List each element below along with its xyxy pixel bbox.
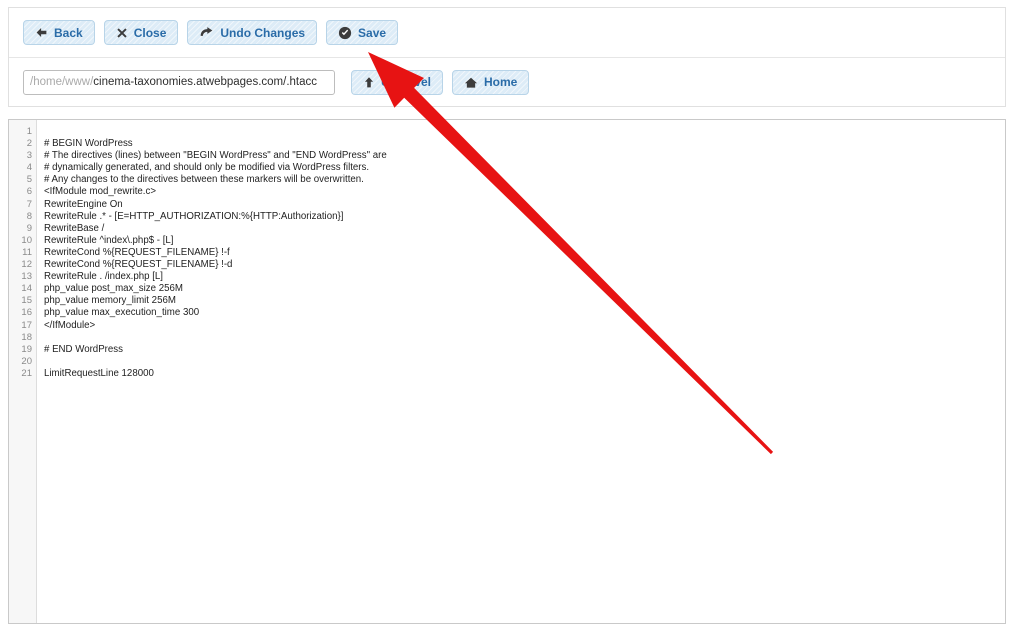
line-number: 21 (21, 367, 32, 379)
file-editor-top-panel: Back Close Undo Changes Save /home/www/ … (8, 7, 1006, 107)
line-number-gutter: 1 2 3 4 5 6 7 8 9 10 11 12 13 14 15 16 17 18 19 20 21 (9, 120, 37, 623)
undo-changes-button-label: Undo Changes (220, 25, 306, 40)
line-number: 15 (21, 295, 32, 307)
code-line: RewriteRule .* - [E=HTTP_AUTHORIZATION:%… (44, 210, 344, 222)
save-button-label: Save (358, 25, 387, 40)
line-number: 2 (26, 138, 32, 150)
line-number: 19 (21, 343, 32, 355)
line-number: 1 (26, 126, 32, 137)
code-line: # dynamically generated, and should only… (44, 162, 370, 174)
line-number: 10 (21, 234, 32, 246)
up-level-button-label: Up Level (381, 75, 432, 89)
file-path-prefix: /home/www/ (30, 76, 94, 88)
file-path-value: cinema-taxonomies.atwebpages.com/.htacc (93, 76, 318, 88)
code-line: RewriteBase / (44, 222, 105, 234)
code-line: # The directives (lines) between "BEGIN … (44, 150, 387, 162)
line-number: 4 (26, 162, 32, 174)
arrow-up-icon (363, 76, 375, 89)
line-number: 3 (26, 150, 32, 162)
line-number: 13 (21, 271, 32, 283)
close-button-label: Close (133, 25, 167, 40)
up-level-button[interactable]: Up Level (351, 69, 444, 95)
close-button[interactable]: Close (103, 20, 179, 45)
back-button[interactable]: Back (23, 20, 95, 45)
line-number: 16 (21, 307, 32, 319)
undo-changes-button[interactable]: Undo Changes (187, 20, 318, 45)
code-line: # END WordPress (44, 343, 123, 355)
home-button-label: Home (484, 75, 518, 89)
path-bar: /home/www/cinema-taxonomies.atwebpages.c… (9, 58, 1005, 106)
line-number: 18 (21, 331, 32, 343)
home-icon (464, 76, 478, 89)
line-number: 7 (26, 198, 32, 210)
line-number: 11 (22, 246, 32, 258)
code-line: LimitRequestLine 128000 (44, 367, 154, 379)
line-number: 12 (21, 259, 32, 271)
code-line: RewriteRule ^index\.php$ - [L] (44, 234, 174, 246)
code-line: </IfModule> (44, 319, 96, 331)
line-number: 14 (21, 283, 32, 295)
code-line: php_value post_max_size 256M (44, 283, 183, 295)
line-number: 6 (26, 186, 32, 198)
code-line: <IfModule mod_rewrite.c> (44, 186, 156, 198)
save-button[interactable]: Save (326, 20, 399, 45)
code-line: php_value memory_limit 256M (44, 295, 176, 307)
undo-arrow-icon (199, 26, 214, 39)
line-number: 9 (26, 222, 32, 234)
code-content-area[interactable]: # BEGIN WordPress # The directives (lines… (37, 120, 1005, 623)
file-path-input[interactable]: /home/www/cinema-taxonomies.atwebpages.c… (23, 69, 335, 95)
close-x-icon (116, 27, 128, 39)
code-line: php_value max_execution_time 300 (44, 307, 200, 319)
line-number: 5 (26, 174, 32, 186)
line-number: 8 (26, 210, 32, 222)
code-line: # Any changes to the directives between … (44, 174, 364, 186)
line-number: 17 (21, 319, 32, 331)
line-number: 20 (21, 355, 32, 367)
code-line: RewriteCond %{REQUEST_FILENAME} !-d (44, 259, 233, 271)
code-editor[interactable]: 1 2 3 4 5 6 7 8 9 10 11 12 13 14 15 16 17 18 19 20 21 # BEGI… (8, 119, 1006, 624)
code-line: # BEGIN WordPress (44, 138, 133, 150)
check-circle-icon (338, 26, 352, 40)
editor-toolbar: Back Close Undo Changes Save (9, 8, 1005, 58)
code-line: RewriteRule . /index.php [L] (44, 271, 164, 283)
code-line: RewriteEngine On (44, 198, 123, 210)
home-button[interactable]: Home (452, 69, 530, 95)
code-line: RewriteCond %{REQUEST_FILENAME} !-f (44, 246, 230, 258)
back-button-label: Back (54, 25, 83, 40)
arrow-left-icon (35, 26, 48, 39)
